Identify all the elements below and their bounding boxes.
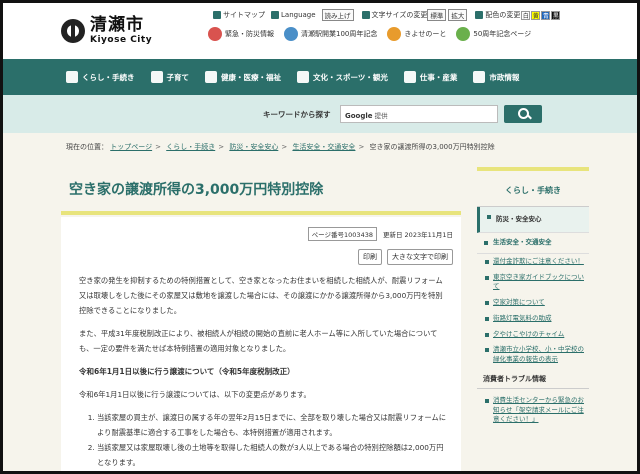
- page-title: 空き家の譲渡所得の3,000万円特別控除: [69, 182, 324, 198]
- paragraph-revision: また、平成31年度税制改正により、被相続人が相続の開始の直前に老人ホーム等に入所…: [79, 329, 438, 353]
- breadcrumb-prefix: 現在の位置：: [66, 143, 108, 151]
- sidebar-subitem[interactable]: 空家対策について: [477, 295, 589, 311]
- color-control: 配色の変更 白 黄 青 黒: [475, 10, 561, 20]
- briefcase-icon: [403, 71, 416, 83]
- language-link[interactable]: Language: [271, 11, 316, 19]
- fontsize-large-button[interactable]: 拡大: [448, 9, 468, 21]
- page-frame: 清瀬市 Kiyose City サイトマップ Language 読み上げ 文字サ…: [0, 0, 640, 474]
- list-item: 当該家屋の買主が、譲渡日の属する年の翌年2月15日までに、全部を取り壊した場合又…: [97, 410, 449, 440]
- alert-icon: [208, 27, 222, 41]
- sidebar-subitem[interactable]: 街路灯電気料の助成: [477, 311, 589, 327]
- palette-icon: [475, 11, 484, 19]
- sitemap-link[interactable]: サイトマップ: [213, 10, 265, 20]
- color-blue-button[interactable]: 青: [541, 10, 551, 20]
- sidebar-subitem[interactable]: 消費生活センターから緊急のお知らせ「架空請求メールにご注意ください！」: [477, 393, 589, 428]
- nav-item-work[interactable]: 仕事・産業: [403, 71, 457, 83]
- changes-list: 当該家屋の買主が、譲渡日の属する年の翌年2月15日までに、全部を取り壊した場合又…: [79, 410, 449, 470]
- site-logo[interactable]: 清瀬市 Kiyose City: [61, 17, 152, 45]
- globe-icon: [271, 11, 279, 19]
- nav-item-living[interactable]: くらし・手続き: [66, 71, 135, 83]
- article-body: 空き家の発生を抑制するための特例措置として、空き家となったお住まいを相続した相続…: [79, 273, 449, 470]
- color-label: 配色の変更: [485, 11, 521, 19]
- runner-icon: [297, 71, 309, 83]
- banner-emergency[interactable]: 緊急・防災情報: [208, 27, 274, 41]
- nav-item-health[interactable]: 健康・医療・福祉: [205, 71, 281, 83]
- banner-50th[interactable]: 50周年記念ページ: [456, 27, 531, 41]
- search-band: キーワードから探す Google 提供: [3, 95, 637, 133]
- sidebar: くらし・手続き 防災・安全安心 生活安全・交通安全 還付金詐欺にご注意ください！…: [477, 167, 589, 471]
- city-emblem-icon: [61, 19, 85, 43]
- search-input[interactable]: Google 提供: [340, 105, 498, 123]
- utility-bar: サイトマップ Language 読み上げ 文字サイズの変更 標準 拡大 配色の変…: [213, 9, 566, 21]
- paragraph-intro: 空き家の発生を抑制するための特例措置として、空き家となったお住まいを相続した相続…: [79, 276, 443, 315]
- sidebar-subitem[interactable]: 還付金詐欺にご注意ください！: [477, 254, 589, 270]
- readaloud-link[interactable]: 読み上げ: [321, 9, 356, 21]
- paragraph-changes: 令和6年1月1日以後に行う譲渡については、以下の変更点があります。: [79, 390, 311, 399]
- breadcrumb-current: 空き家の譲渡所得の3,000万円特別控除: [369, 143, 495, 151]
- updated-date: 更新日 2023年11月1日: [382, 231, 453, 239]
- section-heading: 令和6年1月1日以後に行う譲渡について（令和5年度税制改正）: [79, 367, 295, 376]
- sidebar-subitem[interactable]: 東京空き家ガイドブックについて: [477, 270, 589, 296]
- page-number: ページ番号1003438: [307, 227, 377, 241]
- sidebar-group-heading: 消費者トラブル情報: [477, 368, 589, 389]
- house-icon: [66, 71, 78, 83]
- sidebar-item-active[interactable]: 防災・安全安心: [477, 207, 589, 234]
- print-large-button[interactable]: 大きな文字で印刷: [387, 249, 453, 265]
- sitemap-icon: [213, 11, 221, 19]
- sidebar-item-section[interactable]: 生活安全・交通安全: [477, 233, 589, 254]
- main-content: ページ番号1003438 更新日 2023年11月1日 印刷 大きな文字で印刷 …: [61, 217, 461, 471]
- nav-item-childcare[interactable]: 子育て: [150, 71, 189, 83]
- breadcrumb-link-top[interactable]: トップページ: [110, 143, 152, 151]
- search-button[interactable]: [504, 105, 542, 123]
- sidebar-subitem[interactable]: 清瀬市立小学校、小・中学校の緑化事業の報告の表示: [477, 342, 589, 368]
- search-placeholder: 提供: [374, 112, 388, 120]
- health-icon: [205, 71, 217, 83]
- breadcrumb-link-safety[interactable]: 防災・安全安心: [229, 143, 278, 151]
- color-white-button[interactable]: 白: [521, 10, 531, 20]
- banner-station-100[interactable]: 清瀬駅開業100周年記念: [284, 27, 377, 41]
- banner-kiyose-note[interactable]: きよせのーと: [387, 27, 446, 41]
- fontsize-label: 文字サイズの変更: [371, 11, 428, 19]
- breadcrumb: 現在の位置： トップページ > くらし・手続き > 防災・安全安心 > 生活安全・交通…: [66, 143, 495, 151]
- page-title-area: 空き家の譲渡所得の3,000万円特別控除: [61, 167, 461, 215]
- font-icon: [361, 11, 370, 19]
- anniversary-icon: [456, 27, 471, 41]
- list-item: 当該家屋又は家屋取壊し後の土地等を取得した相続人の数が3人以上である場合の特別控…: [97, 440, 449, 470]
- banner-links: 緊急・防災情報 清瀬駅開業100周年記念 きよせのーと 50周年記念ページ: [208, 27, 541, 41]
- fontsize-control: 文字サイズの変更 標準 拡大: [361, 9, 470, 21]
- logo-english: Kiyose City: [90, 35, 153, 45]
- city-icon: [473, 71, 486, 83]
- color-yellow-button[interactable]: 黄: [531, 10, 541, 20]
- breadcrumb-link-living[interactable]: くらし・手続き: [166, 143, 215, 151]
- global-nav: くらし・手続き 子育て 健康・医療・福祉 文化・スポーツ・観光 仕事・産業 市政…: [3, 59, 637, 95]
- color-black-button[interactable]: 黒: [551, 10, 561, 20]
- logo-japanese: 清瀬市: [90, 15, 144, 35]
- breadcrumb-link-traffic[interactable]: 生活安全・交通安全: [292, 143, 355, 151]
- page-meta: ページ番号1003438 更新日 2023年11月1日: [307, 227, 453, 241]
- station-100-icon: [284, 27, 298, 41]
- print-button[interactable]: 印刷: [358, 249, 382, 265]
- nav-item-culture[interactable]: 文化・スポーツ・観光: [297, 71, 388, 83]
- sidebar-header[interactable]: くらし・手続き: [477, 167, 589, 207]
- nav-item-cityinfo[interactable]: 市政情報: [473, 71, 519, 83]
- fontsize-normal-button[interactable]: 標準: [427, 9, 447, 21]
- sidebar-subitem[interactable]: 夕やけこやけのチャイム: [477, 327, 589, 343]
- search-label: キーワードから探す: [263, 110, 331, 119]
- site-header: 清瀬市 Kiyose City サイトマップ Language 読み上げ 文字サ…: [3, 3, 637, 59]
- print-buttons: 印刷 大きな文字で印刷: [353, 249, 453, 265]
- note-icon: [387, 27, 402, 41]
- google-brand: Google: [345, 112, 373, 120]
- child-icon: [150, 71, 163, 83]
